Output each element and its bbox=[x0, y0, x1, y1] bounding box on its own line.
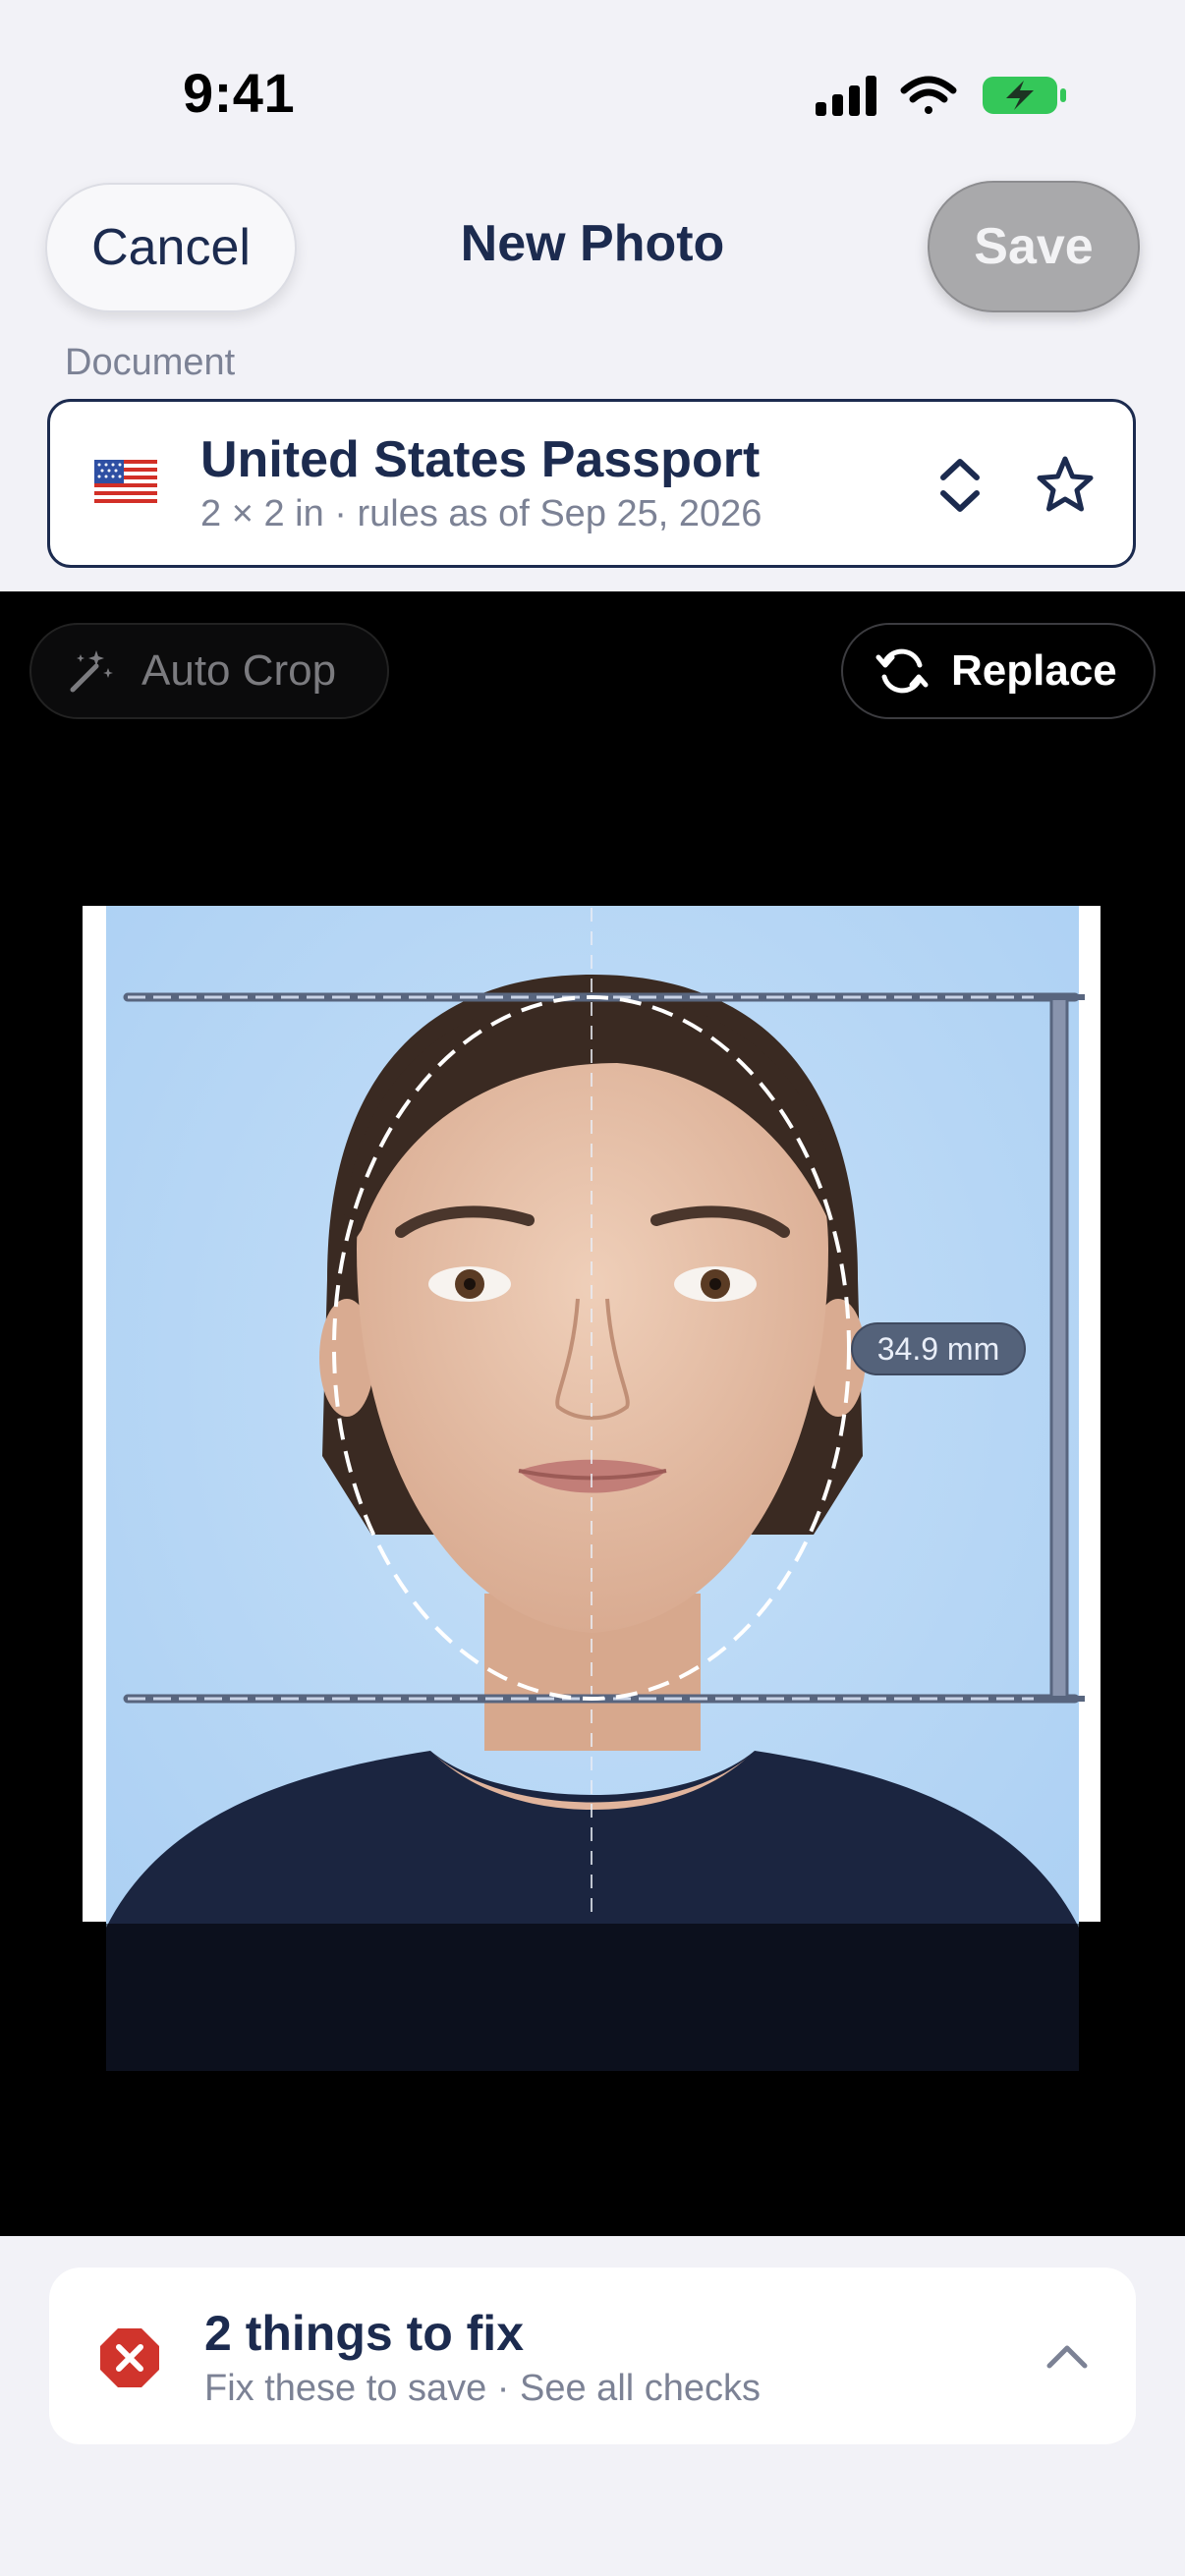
head-height-measurement: 34.9 mm bbox=[851, 1322, 1026, 1375]
error-icon bbox=[98, 2326, 161, 2389]
status-time: 9:41 bbox=[183, 62, 296, 124]
chevron-up-icon[interactable] bbox=[1045, 2342, 1089, 2370]
magic-wand-icon bbox=[67, 646, 116, 696]
replace-button[interactable]: Replace bbox=[841, 623, 1156, 719]
cellular-signal-icon bbox=[816, 76, 876, 116]
refresh-icon bbox=[875, 644, 930, 699]
auto-crop-button[interactable]: Auto Crop bbox=[29, 623, 389, 719]
auto-crop-label: Auto Crop bbox=[141, 646, 337, 695]
us-flag-icon bbox=[94, 460, 157, 503]
cancel-button[interactable]: Cancel bbox=[45, 183, 297, 312]
battery-charging-icon bbox=[983, 77, 1066, 114]
document-details: 2 × 2 in · rules as of Sep 25, 2026 bbox=[200, 493, 762, 534]
favorite-star-icon[interactable] bbox=[1034, 454, 1097, 517]
checks-title: 2 things to fix bbox=[204, 2306, 524, 2361]
status-icons bbox=[814, 71, 1069, 120]
head-size-guides bbox=[83, 906, 1100, 2071]
checks-subtitle: Fix these to save · See all checks bbox=[204, 2368, 762, 2409]
document-section-label: Document bbox=[65, 342, 236, 383]
chevron-up-down-icon[interactable] bbox=[937, 454, 983, 517]
document-name: United States Passport bbox=[200, 431, 761, 488]
save-button[interactable]: Save bbox=[928, 181, 1140, 312]
wifi-icon bbox=[900, 76, 957, 114]
head-height-ruler bbox=[1034, 994, 1085, 1702]
page-title: New Photo bbox=[460, 215, 725, 272]
replace-label: Replace bbox=[951, 646, 1117, 695]
